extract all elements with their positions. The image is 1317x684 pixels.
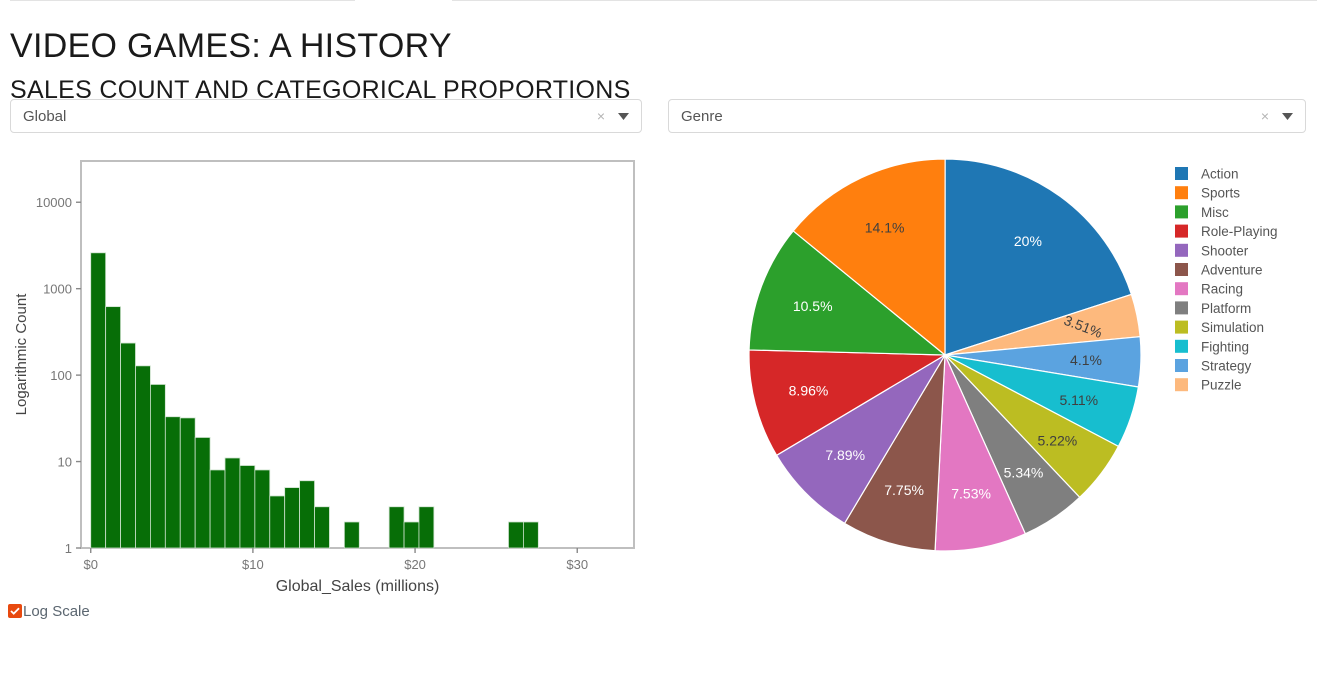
pie-legend: Action Sports Misc Role-Playing Shooter Adven… [1175,167,1278,393]
x-axis-tick-label: $20 [404,557,426,572]
y-axis-title: Logarithmic Count [13,293,30,416]
histogram-bar[interactable] [508,522,523,548]
histogram-bar[interactable] [270,496,285,548]
histogram-bar[interactable] [300,481,315,548]
legend-label[interactable]: Sports [1201,186,1240,201]
legend-label[interactable]: Fighting [1201,339,1249,354]
legend-label[interactable]: Puzzle [1201,378,1242,393]
y-axis-tick-label: 100 [50,368,72,383]
log-scale-label: Log Scale [23,603,90,620]
checkbox-checked-icon[interactable] [8,604,22,618]
x-axis-tick-label: $30 [566,557,588,572]
log-scale-toggle[interactable]: Log Scale [8,601,90,621]
y-axis: 1 10 100 1000 10000 [36,195,81,556]
histogram-bar[interactable] [225,458,240,548]
y-axis-tick-label: 1 [65,541,72,556]
legend-label[interactable]: Role-Playing [1201,224,1278,239]
histogram-bar[interactable] [150,384,165,548]
pie-slice-value-label: 5.22% [1038,432,1078,448]
histogram-canvas: 1 10 100 1000 10000 Logarithmic Count $0 $10 $20… [0,150,660,605]
pie-slice-value-label: 7.53% [951,486,991,502]
legend-swatch[interactable] [1175,282,1188,295]
histogram-bar[interactable] [180,418,195,548]
page-title: VIDEO GAMES: A HISTORY [10,24,452,68]
legend-swatch[interactable] [1175,167,1188,180]
histogram-bar[interactable] [255,470,270,548]
histogram-bar[interactable] [315,507,330,548]
histogram-bar[interactable] [121,343,136,548]
y-axis-tick-label: 10 [58,455,72,470]
histogram-bar[interactable] [165,417,180,548]
legend-swatch[interactable] [1175,186,1188,199]
pie-slice-value-label: 5.34% [1004,464,1044,480]
histogram-bar[interactable] [419,507,434,548]
pie-slice-value-label: 20% [1014,233,1042,249]
histogram-bar[interactable] [195,437,210,548]
clear-icon[interactable]: × [592,107,610,125]
pie-slice-value-label: 10.5% [793,298,833,314]
legend-swatch[interactable] [1175,378,1188,391]
pie-slice-value-label: 14.1% [865,220,905,236]
sales-metric-dropdown-value: Global [23,108,592,125]
legend-label[interactable]: Shooter [1201,243,1249,258]
histogram-bar[interactable] [389,507,404,548]
legend-swatch[interactable] [1175,301,1188,314]
legend-label[interactable]: Simulation [1201,320,1264,335]
y-axis-tick-label: 10000 [36,195,72,210]
sales-metric-dropdown[interactable]: Global × [10,99,642,133]
pie-canvas: 20%3.51%4.1%5.11%5.22%5.34%7.53%7.75%7.8… [660,150,1317,580]
legend-swatch[interactable] [1175,205,1188,218]
legend-label[interactable]: Misc [1201,205,1229,220]
top-hairline-left [10,0,355,1]
pie-slice-value-label: 4.1% [1070,352,1102,368]
clear-icon[interactable]: × [1256,107,1274,125]
legend-swatch[interactable] [1175,244,1188,257]
top-hairline-right [452,0,1317,1]
legend-label[interactable]: Action [1201,167,1239,182]
pie-slice-value-label: 7.75% [884,482,924,498]
histogram-bar[interactable] [404,522,419,548]
x-axis-tick-label: $0 [83,557,97,572]
x-axis: $0 $10 $20 $30 [83,548,588,572]
legend-label[interactable]: Platform [1201,301,1251,316]
category-dropdown[interactable]: Genre × [668,99,1306,133]
x-axis-title: Global_Sales (millions) [276,578,440,595]
chevron-down-icon[interactable] [614,107,632,125]
pie-slice-value-label: 7.89% [825,447,865,463]
chevron-down-icon[interactable] [1278,107,1296,125]
histogram-bar[interactable] [240,466,255,548]
x-axis-tick-label: $10 [242,557,264,572]
pie-slice-value-label: 8.96% [789,383,829,399]
histogram-bar[interactable] [285,488,300,548]
app-root: VIDEO GAMES: A HISTORY SALES COUNT AND C… [0,0,1317,684]
legend-swatch[interactable] [1175,321,1188,334]
histogram-bar[interactable] [523,522,538,548]
genre-proportions-pie[interactable]: 20%3.51%4.1%5.11%5.22%5.34%7.53%7.75%7.8… [660,150,1317,580]
legend-swatch[interactable] [1175,359,1188,372]
category-dropdown-value: Genre [681,108,1256,125]
legend-swatch[interactable] [1175,340,1188,353]
legend-label[interactable]: Strategy [1201,359,1252,374]
histogram-bar[interactable] [91,253,106,548]
histogram-bar[interactable] [106,307,121,548]
global-sales-histogram[interactable]: 1 10 100 1000 10000 Logarithmic Count $0 $10 $20… [0,150,660,605]
legend-label[interactable]: Adventure [1201,263,1263,278]
pie-slice-value-label: 5.11% [1059,392,1098,408]
legend-label[interactable]: Racing [1201,282,1243,297]
y-axis-tick-label: 1000 [43,282,72,297]
legend-swatch[interactable] [1175,263,1188,276]
histogram-bar[interactable] [210,470,225,548]
histogram-bar[interactable] [135,366,150,548]
histogram-bar[interactable] [344,522,359,548]
legend-swatch[interactable] [1175,225,1188,238]
